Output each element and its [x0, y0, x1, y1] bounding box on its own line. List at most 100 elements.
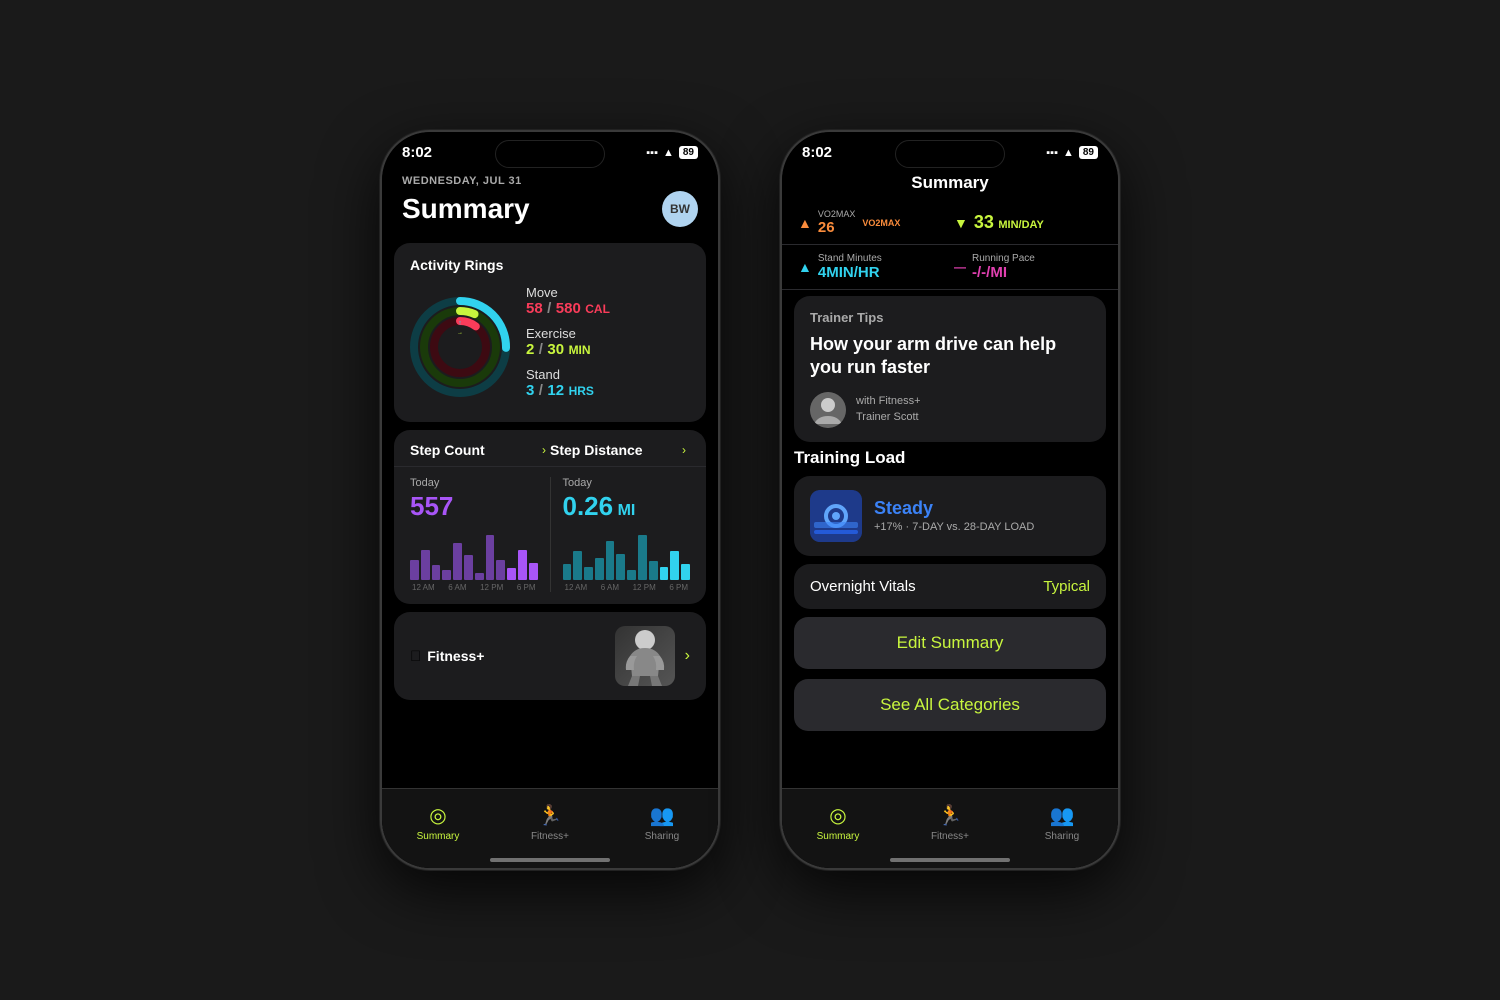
home-indicator-1 — [490, 858, 610, 862]
battery-icon-2: 89 — [1079, 146, 1098, 159]
training-load-title: Training Load — [794, 448, 1106, 468]
tab-sharing-2[interactable]: 👥 Sharing — [1006, 803, 1118, 842]
trainer-avatar — [810, 392, 846, 428]
tab-summary-1[interactable]: ◎ Summary — [382, 803, 494, 842]
running-pace-metric: — Running Pace -/-/MI — [954, 253, 1102, 281]
exercise-current: 2 — [526, 341, 534, 358]
fitness-plus-section[interactable]:  Fitness+ › — [394, 612, 706, 700]
stand-value: 4MIN/HR — [818, 264, 882, 281]
distance-bar-5 — [616, 554, 625, 580]
tab-bar-1: ◎ Summary 🏃 Fitness+ 👥 Sharing — [382, 788, 718, 868]
distance-bar-3 — [595, 558, 604, 581]
summary-tab-icon-2: ◎ — [829, 803, 846, 828]
ring-stats: Move 58 / 580 CAL Exercise 2 / — [526, 285, 690, 408]
avatar-1[interactable]: BW — [662, 191, 698, 227]
battery-icon: 89 — [679, 146, 698, 159]
running-label: Running Pace — [972, 253, 1035, 264]
training-load-detail: +17% · 7-DAY vs. 28-DAY LOAD — [874, 521, 1090, 533]
step-section: Step Count › Step Distance › Today 557 1… — [394, 430, 706, 604]
svg-text:↑: ↑ — [458, 320, 462, 327]
overnight-vitals-label: Overnight Vitals — [810, 578, 916, 595]
see-all-categories-button[interactable]: See All Categories — [794, 679, 1106, 731]
stand-current: 3 — [526, 382, 534, 399]
home-indicator-2 — [890, 858, 1010, 862]
fitness-thumbnail — [615, 626, 675, 686]
vo2max-metric: ▲ VO2MAX 26 VO2MAX — [798, 209, 946, 236]
exercise-goal: 30 — [547, 341, 564, 358]
summary-tab-label-2: Summary — [817, 831, 860, 842]
training-load-section: Training Load Steady +17% · 7-DAY vs. 28… — [794, 448, 1106, 609]
cellular-icon: ▪▪▪ — [646, 147, 658, 159]
edit-summary-button[interactable]: Edit Summary — [794, 617, 1106, 669]
activity-rings-card: Activity Rings ↑ — [394, 243, 706, 422]
distance-bar-11 — [681, 564, 690, 580]
activity-rings-title: Activity Rings — [410, 257, 690, 273]
time-1: 8:02 — [402, 144, 432, 161]
step-distance-unit: MI — [618, 502, 636, 519]
distance-bar-10 — [670, 551, 679, 580]
step-bar-6 — [475, 573, 484, 581]
phone-1: 8:02 ▪▪▪ ▲ 89 WEDNESDAY, JUL 31 Summary … — [380, 130, 720, 870]
step-bar-9 — [507, 568, 516, 581]
distance-bar-1 — [573, 551, 582, 580]
trainer-tips-title: Trainer Tips — [810, 310, 1090, 325]
fitness-tab-label-1: Fitness+ — [531, 831, 569, 842]
distance-bar-9 — [660, 567, 669, 580]
fitness-tab-icon-1: 🏃 — [538, 803, 563, 828]
running-value: -/-/MI — [972, 264, 1035, 281]
step-count-chevron: › — [542, 443, 546, 457]
trainer-name: with Fitness+ Trainer Scott — [856, 394, 921, 425]
nav-title-2: Summary — [782, 165, 1118, 205]
overnight-vitals-card[interactable]: Overnight Vitals Typical — [794, 564, 1106, 609]
exercise-value: 33 — [974, 212, 994, 232]
step-distance-chart-labels: 12 AM6 AM12 PM6 PM — [563, 583, 691, 592]
distance-bar-6 — [627, 570, 636, 580]
wifi-icon: ▲ — [663, 147, 674, 159]
step-bar-0 — [410, 560, 419, 580]
step-count-col: Today 557 12 AM6 AM12 PM6 PM — [410, 477, 538, 592]
trainer-tip-text: How your arm drive can help you run fast… — [810, 333, 1090, 380]
exercise-unit: MIN/DAY — [998, 219, 1043, 231]
stand-unit: HRS — [569, 384, 594, 398]
step-count-label[interactable]: Step Count — [410, 442, 538, 458]
fitness-logo-group:  Fitness+ — [410, 648, 615, 665]
step-distance-label[interactable]: Step Distance — [550, 442, 678, 458]
step-count-today: Today — [410, 477, 538, 489]
fitness-tab-label-2: Fitness+ — [931, 831, 969, 842]
vo2max-arrow: ▲ — [798, 215, 812, 231]
page-title-1: Summary — [402, 193, 530, 225]
dynamic-island-2 — [895, 140, 1005, 168]
training-load-card[interactable]: Steady +17% · 7-DAY vs. 28-DAY LOAD — [794, 476, 1106, 556]
step-distance-today: Today — [563, 477, 691, 489]
sharing-tab-icon-2: 👥 — [1050, 803, 1075, 828]
training-load-status: Steady — [874, 498, 1090, 519]
vo2max-value: 26 — [818, 219, 856, 236]
step-bar-10 — [518, 550, 527, 580]
tab-sharing-1[interactable]: 👥 Sharing — [606, 803, 718, 842]
svg-text:→: → — [457, 330, 463, 336]
tab-fitness-2[interactable]: 🏃 Fitness+ — [894, 803, 1006, 842]
move-unit: CAL — [585, 302, 610, 316]
step-count-value: 557 — [410, 491, 538, 522]
step-distance-col: Today 0.26 MI 12 AM6 AM12 PM6 PM — [563, 477, 691, 592]
metrics-top-row: ▲ VO2MAX 26 VO2MAX ▼ 33 MIN/DAY — [782, 205, 1118, 245]
step-distance-value-row: 0.26 MI — [563, 491, 691, 522]
status-icons-1: ▪▪▪ ▲ 89 — [646, 146, 698, 159]
step-bar-8 — [496, 560, 505, 580]
trainer-info: with Fitness+ Trainer Scott — [810, 392, 1090, 428]
running-icon: — — [954, 260, 966, 274]
wifi-icon-2: ▲ — [1063, 147, 1074, 159]
stand-stat: Stand 3 / 12 HRS — [526, 367, 690, 400]
trainer-tips-card[interactable]: Trainer Tips How your arm drive can help… — [794, 296, 1106, 442]
step-distance-value: 0.26 — [563, 491, 614, 521]
distance-bar-8 — [649, 561, 658, 580]
summary-tab-icon-1: ◎ — [429, 803, 446, 828]
tab-fitness-1[interactable]: 🏃 Fitness+ — [494, 803, 606, 842]
step-bar-4 — [453, 543, 462, 581]
exercise-arrow: ▼ — [954, 215, 968, 231]
step-distance-chevron: › — [682, 443, 686, 457]
tab-summary-2[interactable]: ◎ Summary — [782, 803, 894, 842]
tab-bar-2: ◎ Summary 🏃 Fitness+ 👥 Sharing — [782, 788, 1118, 868]
step-bar-7 — [486, 535, 495, 580]
sharing-tab-icon-1: 👥 — [650, 803, 675, 828]
